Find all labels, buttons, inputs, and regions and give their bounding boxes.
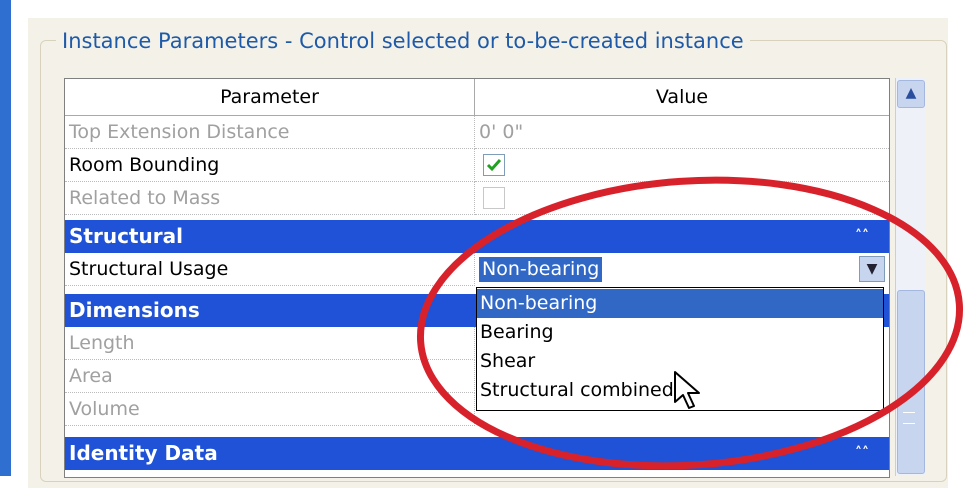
table-row: Related to Mass	[65, 182, 889, 215]
scroll-thumb[interactable]	[897, 290, 925, 474]
param-value	[475, 149, 889, 182]
mouse-cursor-icon	[674, 371, 700, 409]
column-header-value[interactable]: Value	[475, 79, 889, 116]
dropdown-option[interactable]: Bearing	[477, 318, 883, 347]
chevron-up-icon: ▲	[905, 85, 917, 101]
checkmark-icon	[486, 159, 502, 172]
related-to-mass-checkbox	[483, 187, 505, 209]
chevron-double-up-icon[interactable]: ˄˄	[855, 220, 869, 253]
scroll-up-button[interactable]: ▲	[897, 80, 925, 108]
room-bounding-checkbox[interactable]	[483, 154, 505, 176]
group-title: Identity Data	[69, 441, 218, 465]
chevron-double-up-icon[interactable]: ˄˄	[855, 437, 869, 470]
dropdown-option[interactable]: Non-bearing	[477, 289, 883, 318]
select-current-value: Non-bearing	[479, 257, 603, 282]
column-header-parameter[interactable]: Parameter	[65, 79, 475, 116]
structural-usage-select[interactable]: Non-bearing ▼	[475, 253, 889, 286]
dropdown-button[interactable]: ▼	[859, 256, 885, 282]
group-title: Dimensions	[69, 298, 200, 322]
scroll-grip	[903, 412, 915, 424]
group-title: Structural	[69, 224, 183, 248]
table-row: Structural Usage Non-bearing ▼	[65, 253, 889, 286]
param-label: Length	[65, 327, 475, 360]
param-label: Volume	[65, 393, 475, 426]
groupbox-title: Instance Parameters - Control selected o…	[56, 27, 750, 55]
chevron-down-icon: ▼	[866, 261, 878, 277]
group-header-identity-data[interactable]: Identity Data ˄˄	[65, 437, 889, 470]
table-row: Room Bounding	[65, 149, 889, 182]
param-label: Top Extension Distance	[65, 116, 475, 149]
window-left-border	[0, 0, 11, 476]
group-header-structural[interactable]: Structural ˄˄	[65, 220, 889, 253]
param-value: 0' 0"	[475, 116, 889, 149]
param-label: Area	[65, 360, 475, 393]
table-row: Top Extension Distance 0' 0"	[65, 116, 889, 149]
param-label: Structural Usage	[65, 253, 475, 286]
parameter-grid: Parameter Value Top Extension Distance 0…	[64, 78, 890, 478]
param-label: Room Bounding	[65, 149, 475, 182]
vertical-scrollbar[interactable]: ▲	[895, 78, 926, 476]
param-label: Related to Mass	[65, 182, 475, 215]
param-value	[475, 182, 889, 215]
